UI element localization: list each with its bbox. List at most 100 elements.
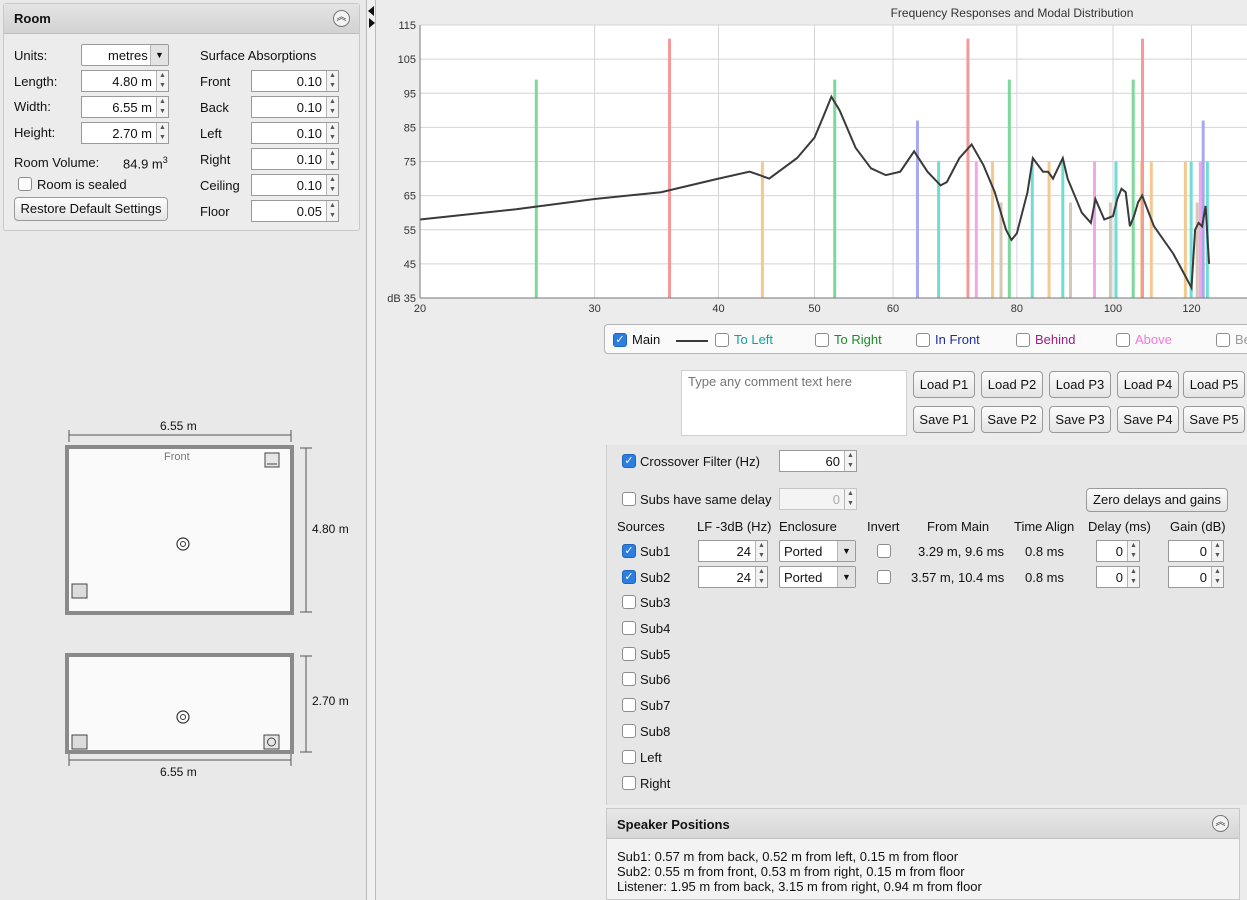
crossover-checkbox[interactable]: ✓ [622,454,636,468]
stepper-up-icon[interactable]: ▲ [845,489,856,499]
comment-box[interactable] [681,370,907,436]
sub7-checkbox[interactable] [622,698,636,713]
surface-field-left[interactable]: 0.10 ▲ ▼ [251,122,339,144]
left-checkbox[interactable] [622,749,636,764]
legend-checkbox[interactable] [916,333,930,347]
stepper-arrows[interactable]: ▲ ▼ [755,541,767,561]
stepper-up-icon[interactable]: ▲ [327,201,338,211]
stepper-arrows[interactable]: ▲ ▼ [1211,567,1223,587]
room-panel-header[interactable]: Room ︽ [4,4,359,34]
stepper-arrows[interactable]: ▲ ▼ [844,489,856,509]
save-preset-5-button[interactable]: Save P5 [1183,406,1245,433]
stepper-up-icon[interactable]: ▲ [157,97,168,107]
save-preset-2-button[interactable]: Save P2 [981,406,1043,433]
collapse-up-icon[interactable]: ︽ [1212,815,1229,832]
expand-right-icon[interactable] [369,18,375,28]
load-preset-3-button[interactable]: Load P3 [1049,371,1111,398]
stepper-down-icon[interactable]: ▼ [157,81,168,91]
legend-checkbox[interactable] [1216,333,1230,347]
right-checkbox[interactable] [622,775,636,790]
stepper-arrows[interactable]: ▲ ▼ [156,123,168,143]
stepper-down-icon[interactable]: ▼ [327,81,338,91]
stepper-arrows[interactable]: ▲ ▼ [326,123,338,143]
sub1-lf-field[interactable]: 24 ▲ ▼ [698,540,768,562]
load-preset-1-button[interactable]: Load P1 [913,371,975,398]
stepper-arrows[interactable]: ▲ ▼ [326,201,338,221]
crossover-field[interactable]: 60 ▲ ▼ [779,450,857,472]
split-pane-divider[interactable] [366,0,376,900]
sub8-checkbox[interactable] [622,724,636,738]
legend-checkbox[interactable]: ✓ [613,333,627,347]
sub1-side-speaker-icon[interactable] [71,734,88,750]
legend-checkbox[interactable] [1116,333,1130,347]
sub2-delay-field[interactable]: 0 ▲ ▼ [1096,566,1140,588]
stepper-arrows[interactable]: ▲ ▼ [1127,541,1139,561]
load-preset-4-button[interactable]: Load P4 [1117,371,1179,398]
stepper-arrows[interactable]: ▲ ▼ [326,149,338,169]
sub2-gain-field[interactable]: 0 ▲ ▼ [1168,566,1224,588]
load-preset-2-button[interactable]: Load P2 [981,371,1043,398]
stepper-up-icon[interactable]: ▲ [327,71,338,81]
stepper-down-icon[interactable]: ▼ [1128,551,1139,561]
restore-defaults-button[interactable]: Restore Default Settings [14,197,168,221]
stepper-up-icon[interactable]: ▲ [157,123,168,133]
surface-field-ceiling[interactable]: 0.10 ▲ ▼ [251,174,339,196]
surface-field-back[interactable]: 0.10 ▲ ▼ [251,96,339,118]
stepper-arrows[interactable]: ▲ ▼ [1211,541,1223,561]
stepper-arrows[interactable]: ▲ ▼ [326,71,338,91]
stepper-down-icon[interactable]: ▼ [327,133,338,143]
sub2-checkbox[interactable]: ✓ [622,570,636,584]
sub1-enclosure-select[interactable]: Ported ▼ [779,540,856,562]
stepper-up-icon[interactable]: ▲ [1128,541,1139,551]
stepper-arrows[interactable]: ▲ ▼ [156,71,168,91]
sub1-invert-checkbox[interactable] [877,544,891,558]
collapse-left-icon[interactable] [368,6,374,16]
stepper-up-icon[interactable]: ▲ [327,175,338,185]
stepper-up-icon[interactable]: ▲ [157,71,168,81]
stepper-down-icon[interactable]: ▼ [845,461,856,471]
stepper-up-icon[interactable]: ▲ [1212,541,1223,551]
width-field[interactable]: 6.55 m ▲ ▼ [81,96,169,118]
listener-side-icon[interactable] [176,710,190,724]
stepper-down-icon[interactable]: ▼ [157,107,168,117]
stepper-up-icon[interactable]: ▲ [1128,567,1139,577]
stepper-arrows[interactable]: ▲ ▼ [326,175,338,195]
sub1-speaker-icon[interactable] [71,583,88,599]
legend-checkbox[interactable] [715,333,729,347]
surface-field-front[interactable]: 0.10 ▲ ▼ [251,70,339,92]
stepper-arrows[interactable]: ▲ ▼ [156,97,168,117]
stepper-arrows[interactable]: ▲ ▼ [755,567,767,587]
legend-checkbox[interactable] [1016,333,1030,347]
stepper-up-icon[interactable]: ▲ [845,451,856,461]
stepper-up-icon[interactable]: ▲ [1212,567,1223,577]
sub2-enclosure-select[interactable]: Ported ▼ [779,566,856,588]
stepper-down-icon[interactable]: ▼ [327,185,338,195]
stepper-down-icon[interactable]: ▼ [1212,551,1223,561]
stepper-up-icon[interactable]: ▲ [756,567,767,577]
sub2-invert-checkbox[interactable] [877,570,891,584]
room-sealed-checkbox[interactable] [18,177,32,191]
sub1-gain-field[interactable]: 0 ▲ ▼ [1168,540,1224,562]
sub6-checkbox[interactable] [622,672,636,687]
height-field[interactable]: 2.70 m ▲ ▼ [81,122,169,144]
comment-input[interactable] [682,371,906,435]
same-delay-checkbox[interactable] [622,492,636,506]
sub4-checkbox[interactable] [622,620,636,635]
stepper-down-icon[interactable]: ▼ [845,499,856,509]
load-preset-5-button[interactable]: Load P5 [1183,371,1245,398]
stepper-down-icon[interactable]: ▼ [327,159,338,169]
stepper-down-icon[interactable]: ▼ [756,551,767,561]
sub3-checkbox[interactable] [622,595,636,609]
stepper-down-icon[interactable]: ▼ [327,211,338,221]
sub2-lf-field[interactable]: 24 ▲ ▼ [698,566,768,588]
stepper-arrows[interactable]: ▲ ▼ [1127,567,1139,587]
legend-checkbox[interactable] [815,333,829,347]
stepper-down-icon[interactable]: ▼ [157,133,168,143]
stepper-arrows[interactable]: ▲ ▼ [326,97,338,117]
sub1-checkbox[interactable]: ✓ [622,544,636,558]
stepper-down-icon[interactable]: ▼ [1128,577,1139,587]
stepper-up-icon[interactable]: ▲ [327,97,338,107]
surface-field-floor[interactable]: 0.05 ▲ ▼ [251,200,339,222]
stepper-up-icon[interactable]: ▲ [756,541,767,551]
surface-field-right[interactable]: 0.10 ▲ ▼ [251,148,339,170]
